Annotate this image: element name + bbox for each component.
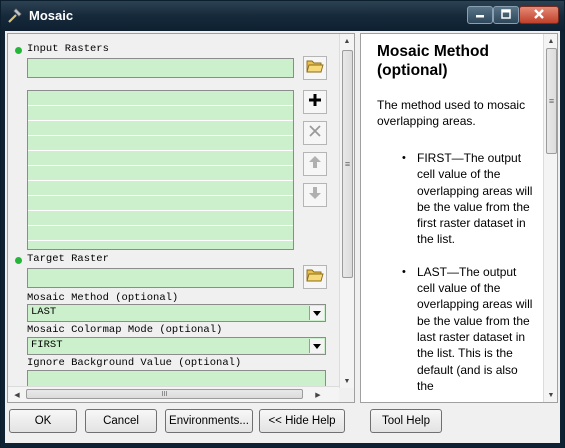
chevron-down-icon[interactable] <box>309 339 324 353</box>
help-pane: Mosaic Method (optional) The method used… <box>360 33 558 403</box>
add-raster-button[interactable] <box>303 90 327 114</box>
move-up-button[interactable] <box>303 152 327 176</box>
window-title: Mosaic <box>29 8 74 23</box>
target-raster-label: Target Raster <box>27 253 109 265</box>
help-list: • FIRST—The output cell value of the over… <box>377 150 537 402</box>
dialog-client-area: Input Rasters Target Raster Mosaic Metho… <box>5 31 560 443</box>
help-description: The method used to mosaic overlapping ar… <box>377 98 526 128</box>
cancel-button[interactable]: Cancel <box>85 409 157 433</box>
list-item <box>28 181 293 196</box>
move-up-icon <box>308 155 322 174</box>
browse-target-raster-button[interactable] <box>303 265 327 289</box>
target-raster-field[interactable] <box>27 268 294 288</box>
list-item <box>28 106 293 121</box>
move-down-button[interactable] <box>303 183 327 207</box>
remove-raster-button[interactable] <box>303 121 327 145</box>
scroll-up-arrow-icon[interactable]: ▲ <box>544 34 557 48</box>
help-vertical-scrollbar[interactable]: ▲ ≡ ▼ <box>543 34 557 402</box>
scroll-thumb[interactable]: ≡ <box>342 50 353 278</box>
params-vertical-scrollbar[interactable]: ▲ ≡ ▼ <box>339 34 354 388</box>
maximize-icon <box>501 8 511 22</box>
mosaic-method-label: Mosaic Method (optional) <box>27 292 179 304</box>
help-list-item: • LAST—The output cell value of the overl… <box>402 264 533 393</box>
bullet-icon: • <box>402 152 406 164</box>
hide-help-button[interactable]: << Hide Help <box>259 409 345 433</box>
scroll-down-arrow-icon[interactable]: ▼ <box>340 374 354 388</box>
chevron-down-icon[interactable] <box>309 306 324 320</box>
move-down-icon <box>308 186 322 205</box>
scroll-up-arrow-icon[interactable]: ▲ <box>340 34 354 48</box>
ok-button[interactable]: OK <box>9 409 77 433</box>
close-icon <box>533 8 545 23</box>
required-indicator <box>15 257 22 264</box>
tool-help-button[interactable]: Tool Help <box>370 409 442 433</box>
scroll-right-arrow-icon[interactable]: ▶ <box>311 387 325 402</box>
mosaic-dialog-window: Mosaic Input Rasters Target Raster Mosai… <box>0 0 565 448</box>
ignore-background-label: Ignore Background Value (optional) <box>27 357 242 369</box>
browse-input-rasters-button[interactable] <box>303 56 327 80</box>
minimize-button[interactable] <box>467 6 493 24</box>
help-list-item: • FIRST—The output cell value of the over… <box>402 151 533 247</box>
remove-icon <box>308 124 322 143</box>
list-item <box>28 196 293 211</box>
list-item <box>28 151 293 166</box>
list-item <box>28 226 293 241</box>
colormap-mode-label: Mosaic Colormap Mode (optional) <box>27 324 223 336</box>
required-indicator <box>15 47 22 54</box>
help-title: Mosaic Method (optional) <box>377 43 489 79</box>
input-rasters-field[interactable] <box>27 58 294 78</box>
add-icon <box>307 92 323 113</box>
list-item <box>28 91 293 106</box>
params-horizontal-scrollbar[interactable]: ◀ III ▶ <box>8 386 339 402</box>
list-item <box>28 121 293 136</box>
input-rasters-list[interactable] <box>27 90 294 250</box>
open-folder-icon <box>306 267 324 288</box>
open-folder-icon <box>306 58 324 79</box>
list-item <box>28 166 293 181</box>
input-rasters-label: Input Rasters <box>27 43 109 55</box>
scroll-down-arrow-icon[interactable]: ▼ <box>544 388 557 402</box>
hammer-icon <box>7 8 23 24</box>
list-item <box>28 211 293 226</box>
title-bar[interactable]: Mosaic <box>1 1 564 31</box>
colormap-mode-dropdown[interactable]: FIRST <box>27 337 326 355</box>
scroll-left-arrow-icon[interactable]: ◀ <box>10 387 24 402</box>
parameters-pane: Input Rasters Target Raster Mosaic Metho… <box>7 33 355 403</box>
bullet-icon: • <box>402 265 406 278</box>
scroll-thumb[interactable]: ≡ <box>546 48 557 154</box>
mosaic-method-dropdown[interactable]: LAST <box>27 304 326 322</box>
close-button[interactable] <box>519 6 559 24</box>
environments-button[interactable]: Environments... <box>165 409 253 433</box>
scroll-thumb[interactable]: III <box>26 389 303 399</box>
maximize-button[interactable] <box>493 6 519 24</box>
minimize-icon <box>475 8 485 22</box>
list-item <box>28 136 293 151</box>
